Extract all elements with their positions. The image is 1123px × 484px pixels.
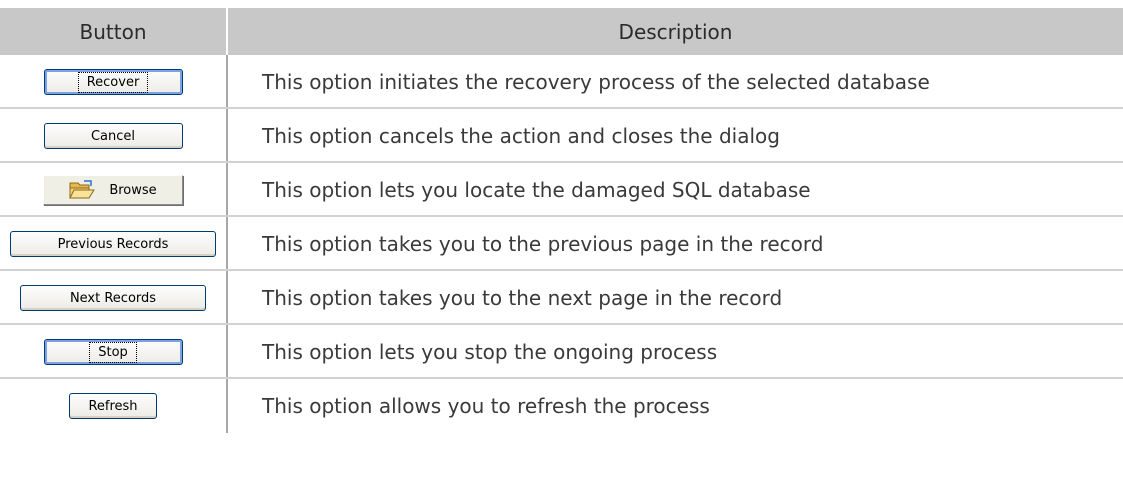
next-records-button-label: Next Records — [69, 290, 157, 306]
table-row: Previous Records This option takes you t… — [0, 217, 1123, 271]
button-cell: Recover — [0, 55, 226, 109]
description-cell: This option takes you to the next page i… — [262, 286, 783, 310]
refresh-button[interactable]: Refresh — [69, 393, 157, 419]
cancel-button-label: Cancel — [90, 128, 136, 144]
header-description: Description — [228, 8, 1123, 55]
column-divider — [226, 163, 228, 217]
table-row: Cancel This option cancels the action an… — [0, 109, 1123, 163]
description-cell: This option initiates the recovery proce… — [262, 70, 930, 94]
stop-button-label: Stop — [89, 341, 137, 363]
browse-button-label: Browse — [109, 182, 157, 198]
header-button: Button — [0, 8, 228, 55]
description-cell: This option allows you to refresh the pr… — [262, 394, 710, 418]
table-row: Stop This option lets you stop the ongoi… — [0, 325, 1123, 379]
next-records-button[interactable]: Next Records — [20, 285, 206, 311]
cancel-button[interactable]: Cancel — [43, 123, 183, 149]
column-divider — [226, 55, 228, 109]
description-cell: This option lets you stop the ongoing pr… — [262, 340, 718, 364]
button-cell: Stop — [0, 325, 226, 379]
button-cell: Next Records — [0, 271, 226, 325]
table-row: Browse This option lets you locate the d… — [0, 163, 1123, 217]
previous-records-button-label: Previous Records — [57, 236, 169, 252]
description-cell: This option cancels the action and close… — [262, 124, 780, 148]
button-cell: Refresh — [0, 379, 226, 433]
refresh-button-label: Refresh — [88, 398, 138, 414]
table-row: Next Records This option takes you to th… — [0, 271, 1123, 325]
folder-open-icon — [69, 180, 96, 200]
button-cell: Browse — [0, 163, 226, 217]
column-divider — [226, 325, 228, 379]
description-cell: This option takes you to the previous pa… — [262, 232, 824, 256]
previous-records-button[interactable]: Previous Records — [10, 231, 216, 257]
recover-button-label: Recover — [77, 71, 149, 93]
description-cell: This option lets you locate the damaged … — [262, 178, 811, 202]
table-row: Refresh This option allows you to refres… — [0, 379, 1123, 433]
button-cell: Cancel — [0, 109, 226, 163]
browse-button[interactable]: Browse — [43, 175, 183, 205]
table-row: Recover This option initiates the recove… — [0, 55, 1123, 109]
column-divider — [226, 217, 228, 271]
column-divider — [226, 109, 228, 163]
column-divider — [226, 271, 228, 325]
recover-button[interactable]: Recover — [43, 69, 183, 95]
button-cell: Previous Records — [0, 217, 226, 271]
stop-button[interactable]: Stop — [43, 339, 183, 365]
column-divider — [226, 379, 228, 433]
